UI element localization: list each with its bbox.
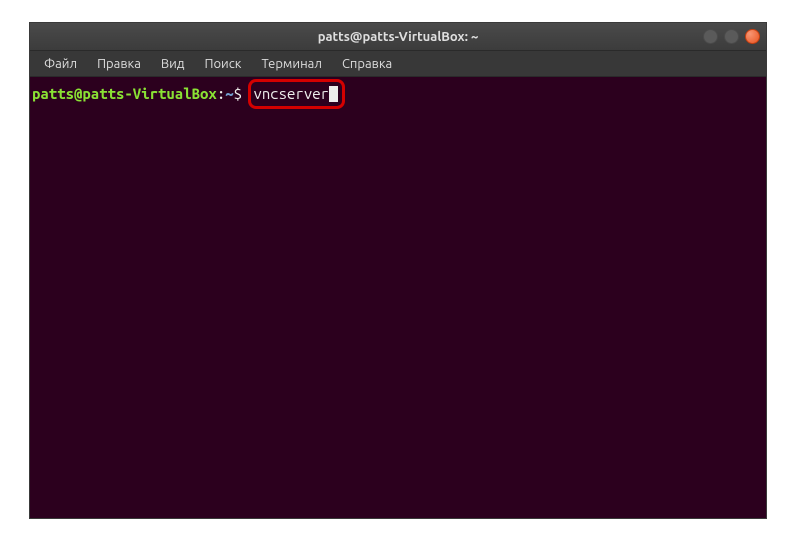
maximize-button[interactable] [724, 29, 739, 44]
close-button[interactable] [745, 29, 760, 44]
menu-view[interactable]: Вид [153, 54, 193, 74]
prompt-colon: : [217, 85, 225, 103]
prompt-line: patts@patts-VirtualBox:~$ vncserver [32, 79, 764, 109]
command-highlight: vncserver [248, 79, 345, 109]
prompt-path: ~ [225, 85, 233, 103]
menu-terminal[interactable]: Терминал [253, 54, 329, 74]
menu-edit[interactable]: Правка [89, 54, 149, 74]
terminal-window: patts@patts-VirtualBox: ~ Файл Правка Ви… [29, 22, 767, 519]
minimize-button[interactable] [703, 29, 718, 44]
menu-help[interactable]: Справка [334, 54, 400, 74]
menubar: Файл Правка Вид Поиск Терминал Справка [30, 51, 766, 77]
titlebar: patts@patts-VirtualBox: ~ [30, 23, 766, 51]
window-controls [703, 29, 760, 44]
menu-file[interactable]: Файл [36, 54, 85, 74]
menu-search[interactable]: Поиск [196, 54, 249, 74]
window-title: patts@patts-VirtualBox: ~ [318, 30, 479, 44]
terminal-body[interactable]: patts@patts-VirtualBox:~$ vncserver [30, 77, 766, 518]
cursor [329, 86, 338, 102]
prompt-user-host: patts@patts-VirtualBox [32, 85, 217, 103]
command-text: vncserver [253, 85, 329, 103]
